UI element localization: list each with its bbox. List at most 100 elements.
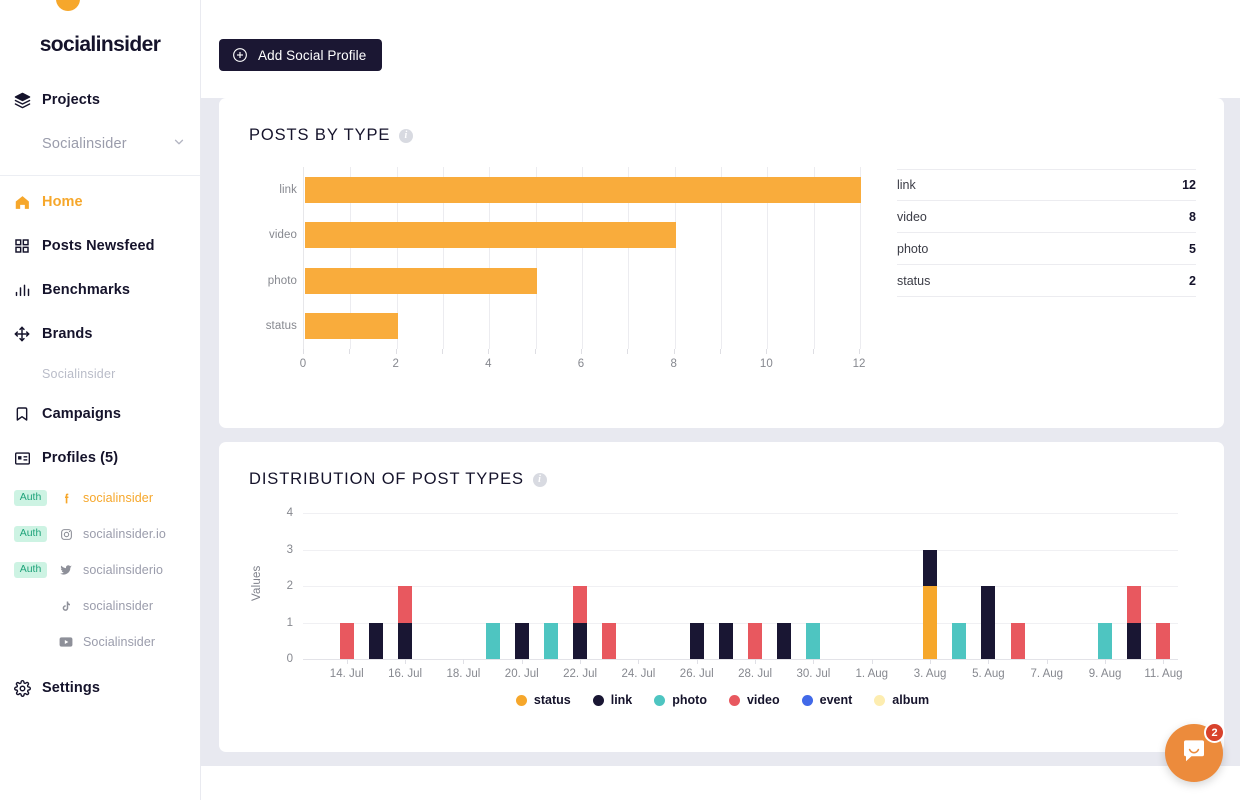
- stacked-bar[interactable]: [398, 586, 413, 659]
- sidebar-item-campaigns-label: Campaigns: [42, 406, 122, 422]
- stacked-bar[interactable]: [1127, 586, 1142, 659]
- bar[interactable]: [305, 222, 676, 249]
- sidebar-item-profiles[interactable]: Profiles (5): [0, 436, 200, 480]
- stacked-bar[interactable]: [981, 586, 996, 659]
- app-logo[interactable]: socialinsider: [0, 0, 200, 78]
- stacked-bar[interactable]: [806, 622, 821, 659]
- bar[interactable]: [305, 267, 537, 294]
- bar-segment-video: [602, 622, 617, 659]
- legend-item-event[interactable]: event: [801, 693, 852, 707]
- stacked-bar[interactable]: [602, 622, 617, 659]
- axis-tick-label: 30. Jul: [796, 668, 831, 680]
- bar-chart-icon: [14, 282, 42, 298]
- profile-item-instagram[interactable]: Auth socialinsider.io: [0, 516, 200, 552]
- axis-tick: [812, 349, 814, 354]
- category-label: status: [265, 320, 297, 333]
- axis-tick-label: 7. Aug: [1030, 668, 1064, 680]
- axis-tick: [720, 349, 721, 354]
- y-axis-tick-label: 4: [286, 507, 293, 519]
- axis-tick-label: 20. Jul: [504, 668, 539, 680]
- sidebar-item-benchmarks[interactable]: Benchmarks: [0, 268, 200, 312]
- twitter-icon: [55, 563, 77, 577]
- axis-tick: [521, 659, 523, 664]
- table-cell-label: photo: [897, 241, 929, 256]
- bar[interactable]: [305, 313, 398, 340]
- bar-segment-photo: [952, 622, 967, 659]
- stacked-bar[interactable]: [543, 622, 558, 659]
- home-icon: [14, 194, 42, 211]
- app-root: socialinsider Projects Socialinsider Hom…: [0, 0, 1240, 800]
- axis-tick: [766, 349, 768, 354]
- sidebar-divider-1: [0, 175, 200, 176]
- legend-item-video[interactable]: video: [728, 693, 780, 707]
- category-label: link: [279, 183, 297, 196]
- posts-by-type-chart: link video photo status 0 2 4 6 8 10 12: [249, 167, 865, 375]
- gridline: [303, 549, 1178, 551]
- legend-label: link: [610, 693, 633, 707]
- profile-item-tiktok[interactable]: socialinsider: [0, 588, 200, 624]
- add-social-profile-button[interactable]: Add Social Profile: [219, 39, 383, 71]
- bar-segment-video: [748, 622, 763, 659]
- stacked-bar[interactable]: [718, 622, 733, 659]
- axis-tick: [813, 659, 815, 664]
- bar-segment-link: [689, 622, 704, 659]
- layers-icon: [14, 92, 42, 109]
- info-icon[interactable]: i: [532, 472, 547, 487]
- axis-tick-label: 0: [299, 358, 307, 370]
- stacked-bar[interactable]: [514, 622, 529, 659]
- stacked-bar[interactable]: [1156, 622, 1171, 659]
- legend-item-link[interactable]: link: [592, 693, 633, 707]
- distribution-y-axis-label: Values: [251, 565, 263, 601]
- auth-badge: Auth: [14, 562, 47, 578]
- stacked-bar[interactable]: [777, 622, 792, 659]
- gear-icon: [14, 679, 42, 697]
- axis-tick: [405, 659, 407, 664]
- stacked-bar[interactable]: [368, 622, 383, 659]
- profile-item-youtube[interactable]: Socialinsider: [0, 624, 200, 660]
- legend-label: status: [533, 693, 571, 707]
- profile-item-facebook[interactable]: Auth socialinsider: [0, 480, 200, 516]
- bar-segment-link: [923, 549, 938, 586]
- stacked-bar[interactable]: [573, 586, 588, 659]
- axis-tick-label: 28. Jul: [738, 668, 773, 680]
- table-cell-label: video: [897, 209, 927, 224]
- info-icon[interactable]: i: [399, 128, 414, 143]
- axis-tick: [755, 659, 757, 664]
- sidebar-item-home[interactable]: Home: [0, 180, 200, 224]
- stacked-bar[interactable]: [689, 622, 704, 659]
- legend-item-status[interactable]: status: [515, 693, 571, 707]
- stacked-bar[interactable]: [923, 549, 938, 659]
- sidebar-item-home-label: Home: [42, 194, 83, 210]
- card-title-posts-by-type: POSTS BY TYPE i: [249, 126, 1196, 145]
- stacked-bar[interactable]: [1098, 622, 1113, 659]
- stacked-bar[interactable]: [339, 622, 354, 659]
- sidebar-item-projects[interactable]: Projects: [0, 78, 200, 122]
- axis-tick-label: 24. Jul: [621, 668, 656, 680]
- axis-tick-label: 6: [577, 358, 585, 370]
- bar-segment-link: [514, 622, 529, 659]
- category-label: photo: [267, 274, 297, 287]
- stacked-bar[interactable]: [952, 622, 967, 659]
- sidebar-item-brands[interactable]: Brands: [0, 312, 200, 356]
- bar-segment-status: [923, 586, 938, 659]
- profile-item-twitter[interactable]: Auth socialinsiderio: [0, 552, 200, 588]
- stacked-bar[interactable]: [1010, 622, 1025, 659]
- sidebar-projects-label: Projects: [42, 92, 101, 108]
- legend-item-photo[interactable]: photo: [654, 693, 707, 707]
- bar-segment-link: [777, 622, 792, 659]
- bar[interactable]: [305, 176, 861, 203]
- gridline: [303, 622, 1178, 624]
- legend-item-album[interactable]: album: [874, 693, 929, 707]
- bottom-strip: [201, 766, 1240, 800]
- axis-tick: [988, 659, 990, 664]
- stacked-bar[interactable]: [748, 622, 763, 659]
- distribution-chart: Values 0 1 2 3 4 14. Jul 16. Jul 18. Jul 20. Ju…: [249, 507, 1196, 723]
- posts-by-type-table: link 12 video 8 photo 5 status 2: [859, 167, 1196, 375]
- sidebar-item-campaigns[interactable]: Campaigns: [0, 392, 200, 436]
- sidebar-item-settings[interactable]: Settings: [0, 666, 200, 710]
- stacked-bar[interactable]: [485, 622, 500, 659]
- sidebar-item-posts-newsfeed[interactable]: Posts Newsfeed: [0, 224, 200, 268]
- chat-widget-button[interactable]: 2: [1165, 722, 1225, 782]
- project-selector[interactable]: Socialinsider: [0, 122, 200, 166]
- bar-segment-video: [573, 586, 588, 623]
